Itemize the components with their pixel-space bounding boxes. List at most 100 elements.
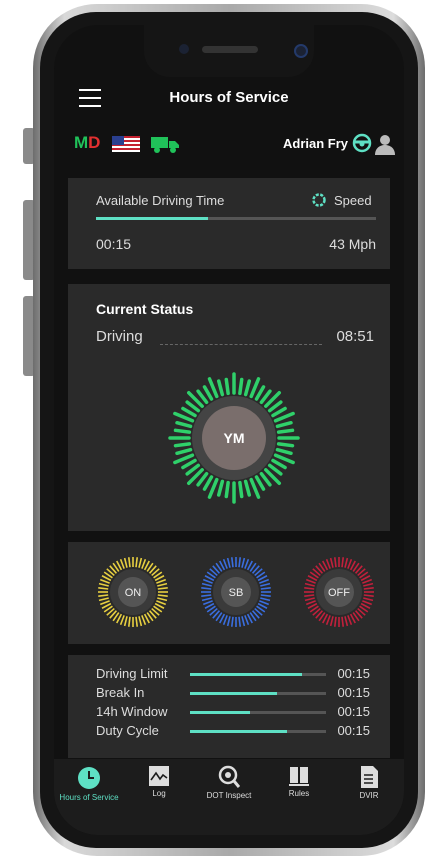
duty-ring-tick xyxy=(305,578,316,584)
book-icon xyxy=(264,765,334,787)
ring-tick xyxy=(271,406,287,418)
driving-status-ring[interactable]: YM xyxy=(164,368,304,508)
duty-on-button[interactable]: ON xyxy=(96,555,170,629)
duty-ring-tick xyxy=(226,557,231,568)
limit-value: 00:15 xyxy=(337,666,370,681)
duty-ring-tick xyxy=(347,558,353,569)
duty-ring-tick xyxy=(325,615,331,626)
tab-dot-inspect[interactable]: DOT Inspect xyxy=(194,759,264,800)
speed-label: Speed xyxy=(334,193,372,208)
ring-tick xyxy=(185,400,201,413)
duty-ring-tick xyxy=(344,616,349,627)
ring-tick xyxy=(238,480,244,499)
ring-tick xyxy=(243,479,252,497)
available-driving-label: Available Driving Time xyxy=(96,193,225,208)
duty-ring-tick xyxy=(135,557,139,568)
status-time: 08:51 xyxy=(336,328,374,345)
user-avatar-icon[interactable] xyxy=(374,133,396,155)
ring-tick xyxy=(207,377,219,399)
duty-ring-tick xyxy=(260,586,271,590)
limit-progress-fill xyxy=(190,711,250,714)
ring-tick xyxy=(181,406,197,418)
ring-tick xyxy=(216,479,225,497)
duty-ring-tick xyxy=(201,597,212,602)
limit-label: 14h Window xyxy=(96,704,168,719)
ring-tick xyxy=(175,447,193,456)
ring-tick xyxy=(216,379,225,397)
limit-progress-fill xyxy=(190,673,302,676)
ring-tick xyxy=(249,377,261,399)
duty-ring-tick xyxy=(363,582,374,587)
ring-tick xyxy=(202,475,214,491)
duty-ring-tick xyxy=(127,557,131,568)
limit-progress-fill xyxy=(190,692,278,695)
duty-ring-tick xyxy=(304,582,315,587)
us-flag-icon xyxy=(112,136,140,152)
ring-tick xyxy=(267,400,283,413)
ring-tick xyxy=(254,475,266,491)
status-state: Driving xyxy=(96,328,143,345)
duty-ring-tick xyxy=(226,616,231,627)
status-center-label: YM xyxy=(224,430,245,446)
clock-icon xyxy=(54,765,124,791)
available-driving-progress-fill xyxy=(96,217,208,220)
limit-progress xyxy=(190,692,326,695)
duty-ring-tick xyxy=(363,594,374,598)
duty-ring-tick xyxy=(99,578,110,584)
limit-value: 00:15 xyxy=(337,685,370,700)
limit-progress xyxy=(190,711,326,714)
duty-status-card: ON SB OFF xyxy=(68,542,390,644)
duty-ring-tick xyxy=(138,557,143,568)
limit-label: Driving Limit xyxy=(96,666,168,681)
duty-sb-button[interactable]: SB xyxy=(199,555,273,629)
duty-ring-tick xyxy=(135,616,139,627)
duty-ring-tick xyxy=(238,557,242,568)
limit-progress xyxy=(190,730,326,733)
duty-ring-tick xyxy=(156,600,167,606)
ring-tick xyxy=(224,377,230,396)
duty-ring-tick xyxy=(241,616,246,627)
duty-label: ON xyxy=(125,587,142,599)
duty-ring-tick xyxy=(98,582,109,587)
available-driving-progress xyxy=(96,217,376,220)
current-status-heading: Current Status xyxy=(96,301,194,317)
tab-hours-of-service[interactable]: Hours of Service xyxy=(54,759,124,802)
user-name: Adrian Fry xyxy=(282,136,348,151)
duty-ring-tick xyxy=(123,616,128,627)
duty-ring-tick xyxy=(333,616,337,627)
ring-tick xyxy=(271,458,287,470)
duty-off-button[interactable]: OFF xyxy=(302,555,376,629)
duty-ring-tick xyxy=(344,557,349,568)
limit-value: 00:15 xyxy=(337,704,370,719)
status-dashed-line xyxy=(160,344,322,345)
ring-tick xyxy=(173,453,195,465)
app-screen: Hours of Service MD Adrian Fry Available… xyxy=(54,25,404,835)
duty-ring-tick xyxy=(341,616,345,627)
duty-ring-tick xyxy=(98,586,109,590)
ring-tick xyxy=(173,411,195,423)
duty-ring-tick xyxy=(127,616,131,627)
duty-ring-tick xyxy=(260,597,271,602)
current-status-card: Current Status Driving 08:51 YM xyxy=(68,284,390,531)
steering-wheel-icon[interactable] xyxy=(352,133,372,153)
tab-label: DOT Inspect xyxy=(206,791,252,800)
ring-tick xyxy=(276,442,295,448)
app-header: Hours of Service xyxy=(54,85,404,125)
limit-label: Duty Cycle xyxy=(96,723,159,738)
limit-label: Break In xyxy=(96,685,145,700)
duty-ring-tick xyxy=(363,586,374,590)
tab-dvir[interactable]: DVIR xyxy=(334,759,404,800)
tab-log[interactable]: Log xyxy=(124,759,194,798)
log-graph-icon xyxy=(124,765,194,787)
ring-tick xyxy=(273,453,295,465)
page-title: Hours of Service xyxy=(169,89,289,106)
duty-ring-tick xyxy=(98,594,109,598)
duty-ring-tick xyxy=(304,586,315,590)
duty-ring-tick xyxy=(141,558,147,569)
ring-tick xyxy=(238,377,244,396)
tab-rules[interactable]: Rules xyxy=(264,759,334,798)
duty-ring-tick xyxy=(363,597,374,602)
ring-tick xyxy=(254,385,266,401)
duty-ring-tick xyxy=(202,600,213,606)
duty-ring-tick xyxy=(123,557,128,568)
